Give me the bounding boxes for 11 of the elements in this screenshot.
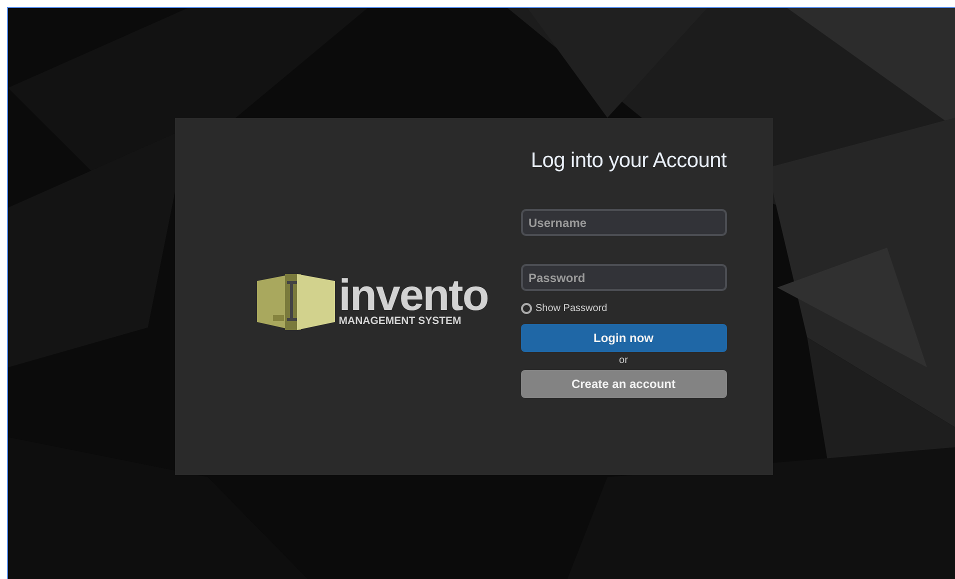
login-button[interactable]: Login now [520, 324, 726, 352]
box-icon [256, 272, 335, 332]
password-field[interactable]: Password [520, 264, 726, 292]
logo-tagline: MANAGEMENT SYSTEM [338, 316, 462, 327]
show-password-checkbox[interactable] [520, 303, 532, 314]
separator-text: or [618, 355, 629, 368]
username-field[interactable]: Username [520, 209, 726, 236]
create-account-button[interactable]: Create an account [520, 370, 726, 398]
checkbox-label: Show Password [536, 302, 608, 316]
form-title: Log into your Account [530, 148, 726, 174]
logo-name: invento [338, 276, 488, 316]
